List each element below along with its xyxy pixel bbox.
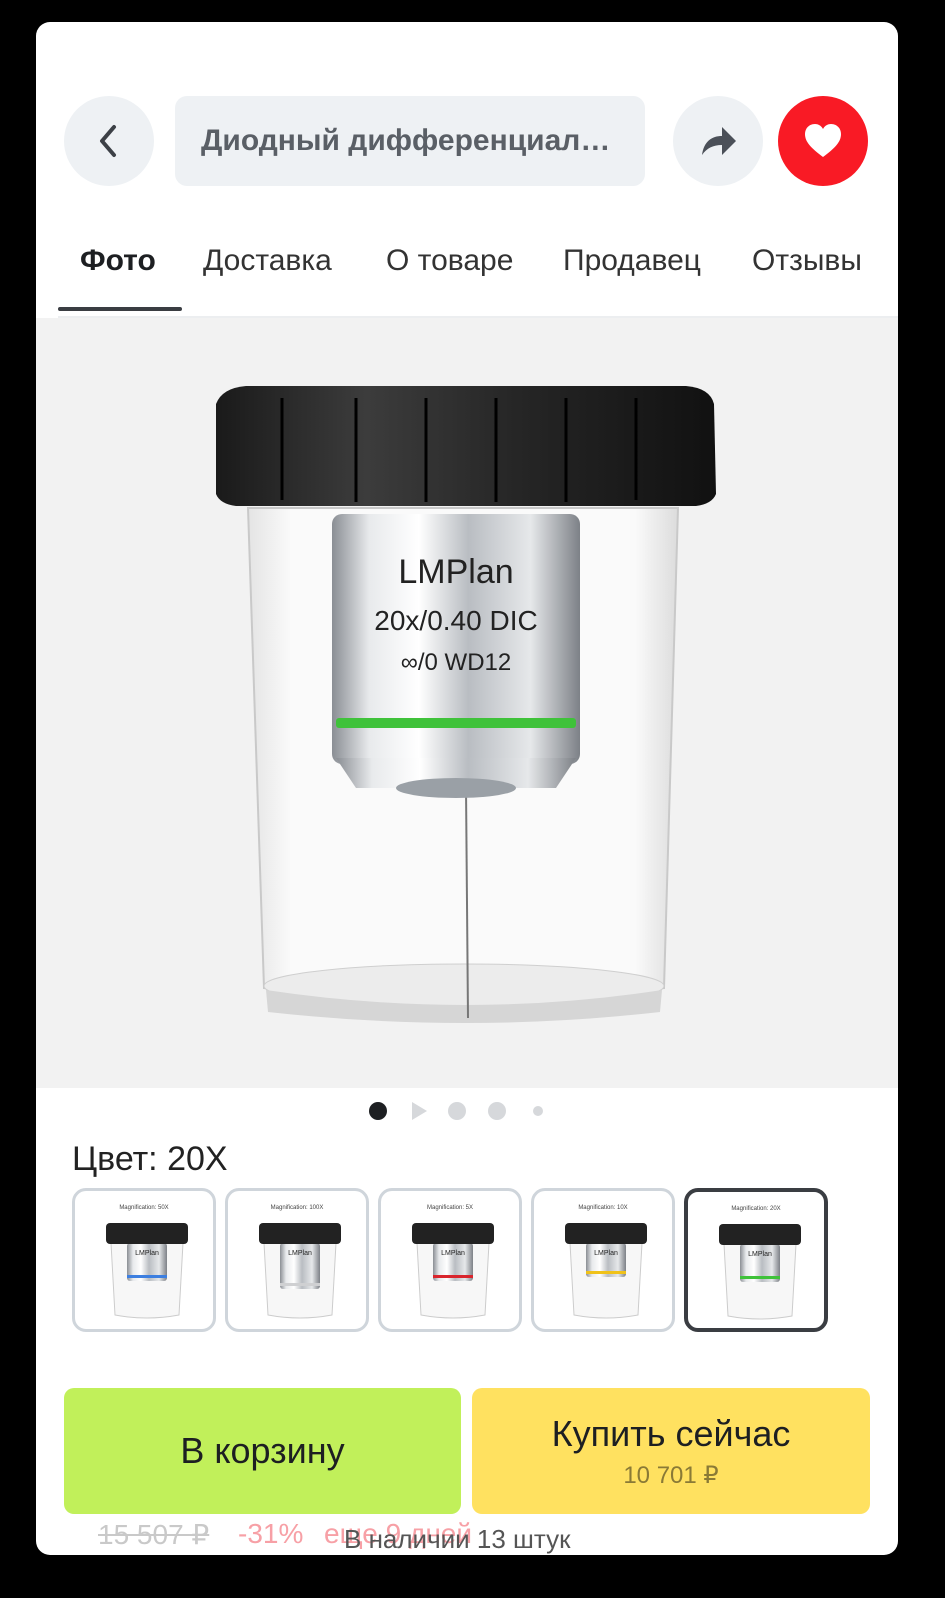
thumb-mag-label: Magnification: 100X [270,1205,324,1211]
variant-thumb-10x[interactable]: Magnification: 10X LMPlan [531,1188,675,1332]
lens-text-1: LMPlan [398,553,513,591]
variant-thumb-20x[interactable]: Magnification: 20X LMPlan [684,1188,828,1332]
lens-text-3: ∞/0 WD12 [401,649,511,676]
thumb-lens-image: LMPlan [719,1224,801,1320]
tab-delivery[interactable]: Доставка [203,232,332,290]
product-photo[interactable]: LMPlan 20x/0.40 DIC ∞/0 WD12 [36,318,898,1088]
thumb-lens-image: LMPlan [259,1223,341,1319]
svg-text:LMPlan: LMPlan [288,1250,312,1257]
svg-text:LMPlan: LMPlan [135,1250,159,1257]
gallery-dot[interactable] [488,1102,506,1120]
tab-about[interactable]: О товаре [386,232,513,290]
add-to-cart-label: В корзину [180,1430,345,1471]
add-to-cart-button[interactable]: В корзину [64,1388,461,1514]
price-info-row: 15 507 ₽ -31% еще 9 дней В наличии 13 шт… [98,1518,858,1554]
svg-text:LMPlan: LMPlan [594,1250,618,1257]
buy-now-price: 10 701 ₽ [623,1461,719,1489]
search-text: Диодный дифференциаль... [201,124,619,157]
objective-lens-image: LMPlan 20x/0.40 DIC ∞/0 WD12 [216,386,716,1023]
thumb-lens-image: LMPlan [565,1223,647,1319]
product-card: Диодный дифференциаль... Фото Доставка О… [36,22,898,1555]
stock-status: В наличии 13 штук [344,1524,571,1554]
thumb-lens-image: LMPlan [412,1223,494,1319]
discount-badge: -31% [238,1518,304,1549]
share-button[interactable] [673,96,763,186]
favorite-button[interactable] [778,96,868,186]
chevron-left-icon [100,125,116,157]
old-price: 15 507 ₽ [98,1519,210,1550]
video-play-icon[interactable] [409,1101,429,1121]
variant-thumbnails: Magnification: 50X LMPlan Magnification:… [72,1188,872,1336]
tab-reviews[interactable]: Отзывы [752,232,862,290]
thumb-mag-label: Magnification: 50X [119,1205,169,1211]
variant-thumb-100x[interactable]: Magnification: 100X LMPlan [225,1188,369,1332]
svg-text:LMPlan: LMPlan [441,1250,465,1257]
lens-text-2: 20x/0.40 DIC [374,605,537,636]
gallery-dot-active[interactable] [369,1102,387,1120]
variant-thumb-5x[interactable]: Magnification: 5X LMPlan [378,1188,522,1332]
buy-now-label: Купить сейчас [551,1412,791,1454]
svg-text:LMPlan: LMPlan [748,1251,772,1258]
thumb-mag-label: Magnification: 20X [731,1206,781,1212]
tab-seller[interactable]: Продавец [563,232,701,290]
thumb-lens-image: LMPlan [106,1223,188,1319]
top-bar: Диодный дифференциаль... [36,22,898,222]
section-tabs: Фото Доставка О товаре Продавец Отзывы [58,222,898,318]
active-tab-indicator [58,307,182,311]
gallery-dot-small[interactable] [533,1106,543,1116]
buy-now-button[interactable]: Купить сейчас 10 701 ₽ [472,1388,870,1514]
gallery-dot[interactable] [448,1102,466,1120]
variant-thumb-50x[interactable]: Magnification: 50X LMPlan [72,1188,216,1332]
tab-photo[interactable]: Фото [80,232,156,290]
search-input[interactable]: Диодный дифференциаль... [175,96,645,186]
variant-label: Цвет: 20X [72,1140,228,1178]
thumb-mag-label: Magnification: 10X [578,1205,628,1211]
heart-icon [805,124,841,157]
gallery-pagination [36,1098,898,1124]
back-button[interactable] [64,96,154,186]
share-arrow-icon [702,127,736,155]
thumb-mag-label: Magnification: 5X [426,1205,474,1211]
